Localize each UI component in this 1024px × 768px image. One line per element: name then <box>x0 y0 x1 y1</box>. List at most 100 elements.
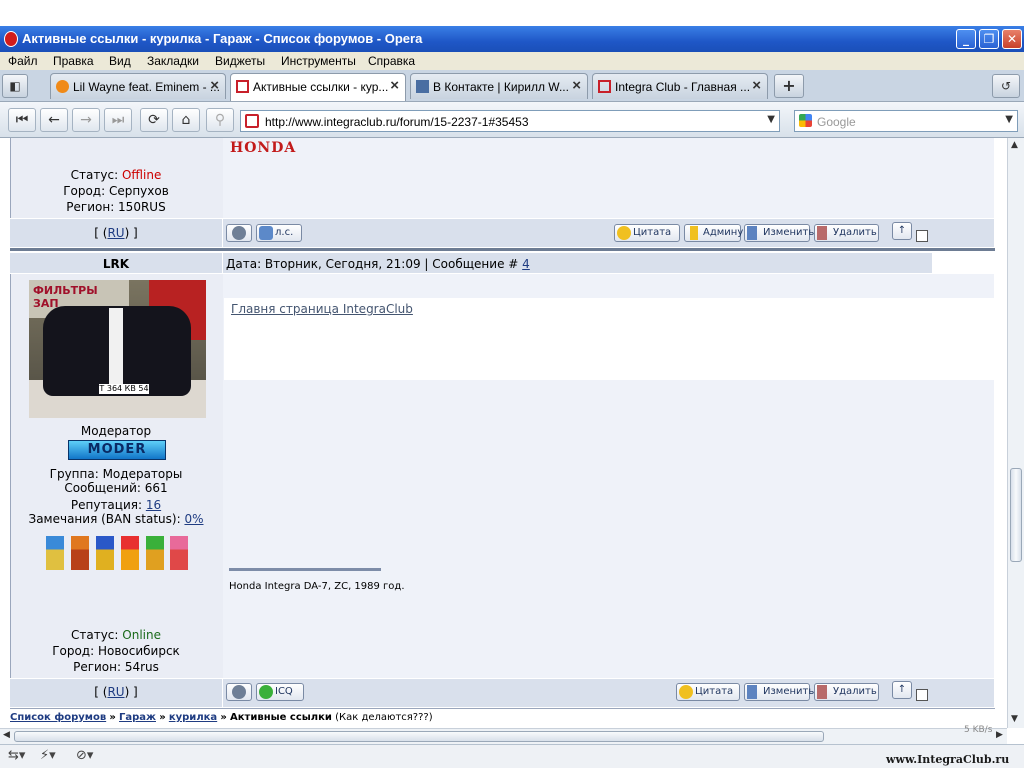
menu-edit[interactable]: Правка <box>53 54 94 68</box>
edit-button[interactable]: Изменить <box>744 224 814 242</box>
restore-button[interactable]: ❐ <box>979 29 999 49</box>
address-bar[interactable]: http://www.integraclub.ru/forum/15-2237-… <box>240 110 780 132</box>
reload-button[interactable]: ⟳ <box>140 108 168 132</box>
panel-toggle-button[interactable]: ◧ <box>2 74 28 98</box>
scroll-right-icon[interactable]: ▶ <box>996 730 1003 740</box>
user-group: Группа: Модераторы <box>49 467 183 481</box>
ban-value-link[interactable]: 0% <box>184 512 203 526</box>
user-city: Город: Новосибирск <box>52 644 180 658</box>
hscroll-thumb[interactable] <box>14 731 824 742</box>
tab-lil-wayne[interactable]: Lil Wayne feat. Eminem - ... × <box>50 73 226 99</box>
quote-button[interactable]: Цитата <box>614 224 680 242</box>
page-content: HONDA Статус: Offline Город: Серпухов Ре… <box>0 138 1007 728</box>
scroll-up-icon[interactable]: ▲ <box>1011 140 1018 150</box>
tab-close-icon[interactable]: × <box>390 77 399 94</box>
sync-icon[interactable]: ⇆▾ <box>8 748 25 763</box>
no-entry-icon[interactable]: ⊘▾ <box>76 748 93 763</box>
breadcrumb-garage[interactable]: Гараж <box>119 712 156 723</box>
home-icon: ⌂ <box>181 112 191 128</box>
reload-icon: ⟳ <box>148 112 160 128</box>
tab-close-icon[interactable]: × <box>752 77 761 94</box>
scroll-left-icon[interactable]: ◀ <box>3 730 10 740</box>
rewind-button[interactable]: ⏮ <box>8 108 36 132</box>
status-offline: Offline <box>121 168 162 182</box>
tab-active-links[interactable]: Активные ссылки - кур... × <box>230 73 406 101</box>
vertical-scrollbar[interactable]: ▲ ▼ <box>1007 138 1024 728</box>
chevron-down-icon[interactable]: ▼ <box>767 114 775 125</box>
breadcrumb-forum-list[interactable]: Список форумов <box>10 712 106 723</box>
window-title: Активные ссылки - курилка - Гараж - Спис… <box>22 31 423 46</box>
new-tab-button[interactable]: + <box>774 74 804 98</box>
scroll-down-icon[interactable]: ▼ <box>1011 714 1018 724</box>
scroll-top-button[interactable]: ↑ <box>892 222 912 240</box>
tab-favicon-icon <box>598 80 611 93</box>
scroll-top-button[interactable]: ↑ <box>892 681 912 699</box>
delete-label: Удалить <box>833 686 877 697</box>
tab-label: Активные ссылки - кур... <box>253 80 389 94</box>
prev-region: Регион: 150RUS <box>66 200 166 214</box>
delete-button[interactable]: Удалить <box>814 224 879 242</box>
users-icon <box>259 226 273 240</box>
window-titlebar: Активные ссылки - курилка - Гараж - Спис… <box>0 26 1024 52</box>
menu-help[interactable]: Справка <box>368 54 415 68</box>
status-label: Статус: <box>70 628 119 642</box>
profile-button[interactable] <box>226 683 252 701</box>
signature-divider <box>229 568 381 571</box>
quote-button[interactable]: Цитата <box>676 683 740 701</box>
quote-icon <box>617 226 631 240</box>
profile-button[interactable] <box>226 224 252 242</box>
select-post-checkbox[interactable] <box>916 689 928 701</box>
menu-view[interactable]: Вид <box>109 54 131 68</box>
tab-close-icon[interactable]: × <box>572 77 581 94</box>
security-button[interactable]: ⚲ <box>206 108 234 132</box>
forward-arrow-icon: → <box>80 112 92 128</box>
close-window-button[interactable]: ✕ <box>1002 29 1022 49</box>
pm-button[interactable]: л.с. <box>256 224 302 242</box>
tab-close-icon[interactable]: × <box>210 77 219 94</box>
eraser-icon <box>817 226 827 240</box>
back-button[interactable]: ← <box>40 108 68 132</box>
breadcrumb-kurilka[interactable]: курилка <box>169 712 217 723</box>
search-field[interactable]: Google ▼ <box>794 110 1018 132</box>
rep-value-link[interactable]: 16 <box>146 498 161 512</box>
pencil-icon <box>747 226 757 240</box>
tab-favicon-icon <box>236 80 249 93</box>
chevron-down-icon[interactable]: ▼ <box>1005 114 1013 125</box>
menu-tools[interactable]: Инструменты <box>281 54 356 68</box>
user-ban-status: Замечания (BAN status): 0% <box>10 512 222 526</box>
prev-city: Город: Серпухов <box>63 184 169 198</box>
author-name[interactable]: LRK <box>10 257 222 271</box>
edit-button[interactable]: Изменить <box>744 683 814 701</box>
tab-bar: ◧ Lil Wayne feat. Eminem - ... × Активны… <box>0 70 1024 102</box>
homepage-link[interactable]: Главня страница IntegraClub <box>231 302 413 316</box>
rep-label: Репутация: <box>70 498 143 512</box>
forward-button[interactable]: → <box>72 108 100 132</box>
menu-widgets[interactable]: Виджеты <box>215 54 265 68</box>
minimize-button[interactable]: _ <box>956 29 976 49</box>
report-admin-button[interactable]: Админу <box>684 224 743 242</box>
panel-icon: ◧ <box>9 79 21 93</box>
icq-button[interactable]: ICQ <box>256 683 304 701</box>
lang-suffix: ) ] <box>124 685 138 699</box>
user-lang: [ (RU) ] <box>10 685 222 699</box>
network-icon[interactable]: ⚡▾ <box>40 748 56 763</box>
fast-forward-button[interactable]: ⏭ <box>104 108 132 132</box>
message-number-link[interactable]: 4 <box>522 257 530 271</box>
icq-flower-icon <box>259 685 273 699</box>
scroll-thumb[interactable] <box>1010 468 1022 562</box>
tab-vkontakte[interactable]: В Контакте | Кирилл W... × <box>410 73 588 99</box>
address-url: http://www.integraclub.ru/forum/15-2237-… <box>265 115 529 129</box>
tab-integra-club[interactable]: Integra Club - Главная ... × <box>592 73 768 99</box>
menu-bookmarks[interactable]: Закладки <box>147 54 199 68</box>
horizontal-scrollbar[interactable]: ◀ ▶ <box>0 728 1007 744</box>
lang-link[interactable]: RU <box>107 226 124 240</box>
delete-button[interactable]: Удалить <box>814 683 879 701</box>
select-post-checkbox[interactable] <box>916 230 928 242</box>
trash-button[interactable]: ↺ <box>992 74 1020 98</box>
home-button[interactable]: ⌂ <box>172 108 200 132</box>
signature: Honda Integra DA-7, ZC, 1989 год. <box>229 581 405 592</box>
lang-link[interactable]: RU <box>107 685 124 699</box>
pencil-icon <box>747 685 757 699</box>
menu-file[interactable]: Файл <box>8 54 38 68</box>
quote-label: Цитата <box>695 686 734 697</box>
